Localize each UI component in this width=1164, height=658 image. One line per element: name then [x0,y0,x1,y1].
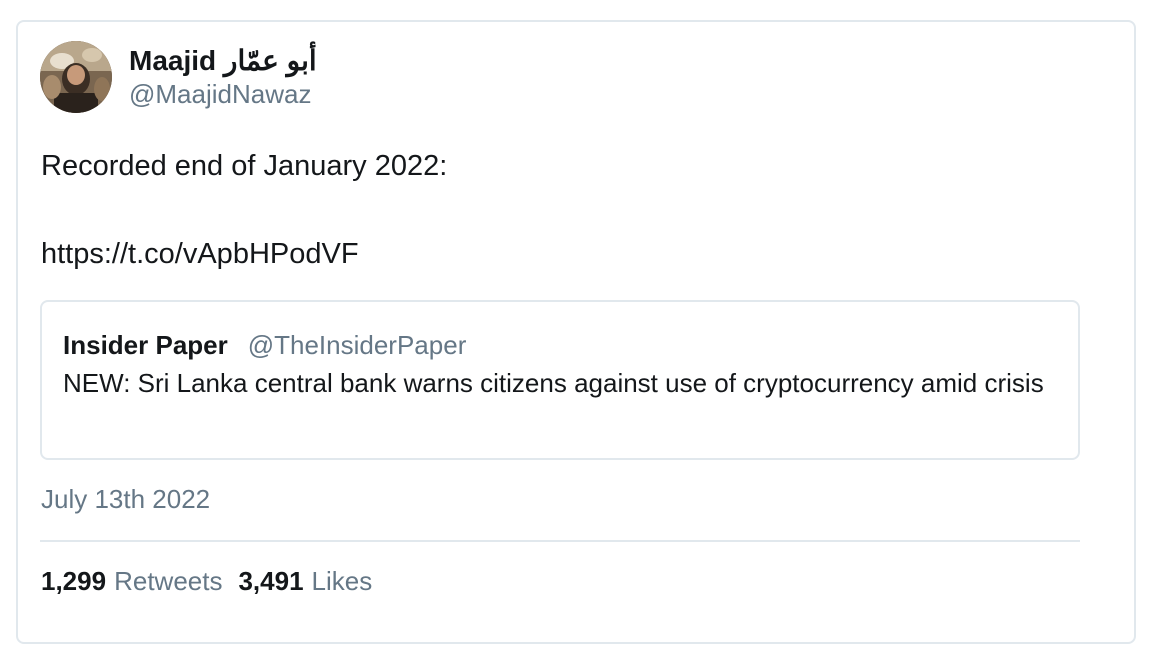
quoted-tweet-header: Insider Paper @TheInsiderPaper [63,328,1058,362]
author-names: Maajid أبو عمّار @MaajidNawaz [129,44,317,110]
author-handle[interactable]: @MaajidNawaz [129,78,317,110]
tweet-stats: 1,299 Retweets 3,491 Likes [41,564,372,598]
likes-label[interactable]: Likes [312,564,373,598]
quoted-author-name: Insider Paper [63,330,228,360]
avatar[interactable] [40,41,112,113]
tweet-header: Maajid أبو عمّار @MaajidNawaz [40,40,317,114]
quoted-author-handle: @TheInsiderPaper [247,330,467,360]
retweets-label[interactable]: Retweets [114,564,222,598]
likes-count[interactable]: 3,491 [238,564,303,598]
retweets-count[interactable]: 1,299 [41,564,106,598]
tweet-link[interactable]: https://t.co/vApbHPodVF [41,232,1081,276]
tweet-body: Recorded end of January 2022: https://t.… [41,144,1081,276]
author-display-name[interactable]: Maajid أبو عمّار [129,44,317,78]
quoted-tweet[interactable]: Insider Paper @TheInsiderPaper NEW: Sri … [40,300,1080,460]
line-break [41,188,1081,232]
tweet-date[interactable]: July 13th 2022 [41,482,210,516]
profile-photo-icon [40,41,112,113]
quoted-tweet-text: NEW: Sri Lanka central bank warns citize… [63,368,1044,398]
tweet-text: Recorded end of January 2022: [41,150,448,182]
divider [40,540,1080,542]
